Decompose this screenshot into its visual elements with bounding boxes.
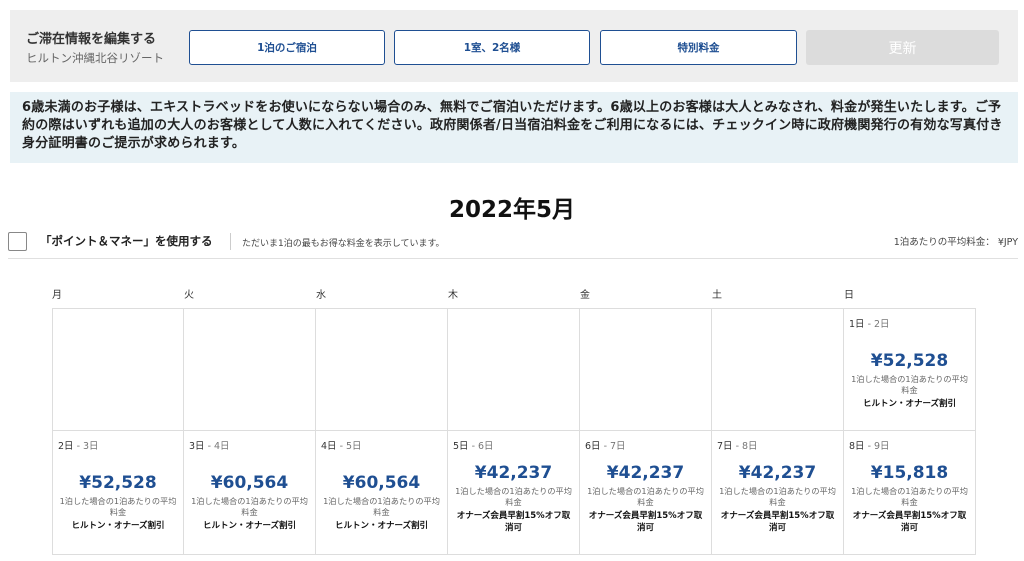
date-range: 3日 - 4日 <box>189 438 230 452</box>
average-price-note: 1泊した場合の1泊あたりの平均料金 <box>851 374 968 395</box>
check-out-date: 7日 <box>610 441 626 452</box>
points-money-label[interactable]: 「ポイント＆マネー」を使用する <box>40 233 213 249</box>
nightly-price: ¥42,237 <box>474 463 553 483</box>
check-out-date: 6日 <box>478 441 494 452</box>
check-in-date: 3日 <box>189 441 205 452</box>
calendar-empty-cell <box>184 308 316 431</box>
calendar-day-cell[interactable]: 3日 - 4日 ¥60,564 1泊した場合の1泊あたりの平均料金ヒルトン・オナーズ… <box>184 431 316 555</box>
update-button[interactable]: 更新 <box>806 30 999 65</box>
check-in-date: 1日 <box>849 319 865 330</box>
calendar-empty-cell <box>712 308 844 431</box>
edit-stay-bar: ご滞在情報を編集する ヒルトン沖縄北谷リゾート 1泊のご宿泊 1室、2名様 特別… <box>10 10 1018 82</box>
check-in-date: 2日 <box>58 441 74 452</box>
date-range: 7日 - 8日 <box>717 438 758 452</box>
date-range: 8日 - 9日 <box>849 438 890 452</box>
calendar-empty-cell <box>580 308 712 431</box>
date-separator: - <box>732 441 743 452</box>
check-in-date: 7日 <box>717 441 733 452</box>
lowest-rate-note: ただいま1泊の最もお得な料金を表示しています。 <box>242 239 445 249</box>
calendar-empty-cell <box>52 308 184 431</box>
weekday-label: 土 <box>712 290 722 301</box>
rate-name: ヒルトン・オナーズ割引 <box>334 521 429 531</box>
date-range: 4日 - 5日 <box>321 438 362 452</box>
check-out-date: 3日 <box>83 441 99 452</box>
guests-button[interactable]: 1室、2名様 <box>394 30 590 65</box>
calendar-day-cell[interactable]: 4日 - 5日 ¥60,564 1泊した場合の1泊あたりの平均料金ヒルトン・オナーズ… <box>316 431 448 555</box>
calendar-day-cell[interactable]: 8日 - 9日 ¥15,818 1泊した場合の1泊あたりの平均料金 オナーズ会員早割1… <box>844 431 976 555</box>
check-out-date: 2日 <box>874 319 890 330</box>
calendar-empty-cell <box>316 308 448 431</box>
calendar-day-cell[interactable]: 5日 - 6日 ¥42,237 1泊した場合の1泊あたりの平均料金 オナーズ会員早割1… <box>448 431 580 555</box>
check-in-date: 6日 <box>585 441 601 452</box>
check-in-date: 8日 <box>849 441 865 452</box>
rate-name: ヒルトン・オナーズ割引 <box>71 521 165 531</box>
weekday-label: 日 <box>844 290 854 301</box>
check-in-date: 5日 <box>453 441 469 452</box>
weekday-label: 火 <box>184 290 194 301</box>
points-money-row: 「ポイント＆マネー」を使用する ただいま1泊の最もお得な料金を表示しています。 … <box>8 230 1018 259</box>
date-range: 5日 - 6日 <box>453 438 494 452</box>
check-out-date: 9日 <box>874 441 890 452</box>
date-separator: - <box>468 441 479 452</box>
child-policy-notice: 6歳未満のお子様は、エキストラベッドをお使いにならない場合のみ、無料でご宿泊いた… <box>10 92 1018 163</box>
rate-name: ヒルトン・オナーズ割引 <box>862 399 957 409</box>
nightly-price: ¥60,564 <box>210 473 289 493</box>
calendar-empty-cell <box>448 308 580 431</box>
rate-name: オナーズ会員早割15%オフ取消可 <box>456 511 571 533</box>
rate-name: オナーズ会員早割15%オフ取消可 <box>852 511 967 533</box>
rate-name: オナーズ会員早割15%オフ取消可 <box>588 511 703 533</box>
nightly-price: ¥52,528 <box>870 351 949 371</box>
nightly-price: ¥42,237 <box>738 463 817 483</box>
hotel-name: ヒルトン沖縄北谷リゾート <box>26 51 164 65</box>
check-out-date: 8日 <box>742 441 758 452</box>
rate-name: ヒルトン・オナーズ割引 <box>202 521 297 531</box>
check-in-date: 4日 <box>321 441 337 452</box>
calendar-day-cell[interactable]: 1日 - 2日 ¥52,528 1泊した場合の1泊あたりの平均料金ヒルトン・オナーズ… <box>844 308 976 431</box>
date-separator: - <box>600 441 611 452</box>
date-range: 2日 - 3日 <box>58 438 99 452</box>
nightly-price: ¥15,818 <box>870 463 949 483</box>
date-separator: - <box>864 441 875 452</box>
points-money-checkbox[interactable] <box>8 232 27 251</box>
date-range: 1日 - 2日 <box>849 316 890 330</box>
calendar-day-cell[interactable]: 6日 - 7日 ¥42,237 1泊した場合の1泊あたりの平均料金 オナーズ会員早割1… <box>580 431 712 555</box>
date-separator: - <box>336 441 347 452</box>
calendar-day-cell[interactable]: 2日 - 3日 ¥52,528 1泊した場合の1泊あたりの平均料金ヒルトン・オナーズ… <box>52 431 184 555</box>
average-price-note: 1泊した場合の1泊あたりの平均料金 <box>851 486 968 507</box>
average-price-note: 1泊した場合の1泊あたりの平均料金 <box>191 496 308 517</box>
average-price-note: 1泊した場合の1泊あたりの平均料金 <box>323 496 440 517</box>
calendar-day-cell[interactable]: 7日 - 8日 ¥42,237 1泊した場合の1泊あたりの平均料金 オナーズ会員早割1… <box>712 431 844 555</box>
date-separator: - <box>204 441 215 452</box>
weekday-label: 木 <box>448 290 458 301</box>
edit-stay-title: ご滞在情報を編集する <box>26 32 157 47</box>
average-rate-note: 1泊あたりの平均料金： ¥JPY <box>893 237 1018 248</box>
average-price-note: 1泊した場合の1泊あたりの平均料金 <box>59 496 177 517</box>
month-title: 2022年5月 <box>448 197 576 223</box>
nightly-price: ¥42,237 <box>606 463 685 483</box>
check-out-date: 4日 <box>214 441 230 452</box>
nights-button[interactable]: 1泊のご宿泊 <box>189 30 385 65</box>
check-out-date: 5日 <box>346 441 362 452</box>
special-rate-button[interactable]: 特別料金 <box>600 30 797 65</box>
average-price-note: 1泊した場合の1泊あたりの平均料金 <box>455 486 572 507</box>
average-price-note: 1泊した場合の1泊あたりの平均料金 <box>587 486 704 507</box>
date-separator: - <box>864 319 875 330</box>
date-range: 6日 - 7日 <box>585 438 626 452</box>
weekday-label: 月 <box>52 290 62 301</box>
weekday-label: 水 <box>316 290 326 301</box>
date-separator: - <box>73 441 84 452</box>
notice-text: 6歳未満のお子様は、エキストラベッドをお使いにならない場合のみ、無料でご宿泊いた… <box>22 100 1003 151</box>
average-price-note: 1泊した場合の1泊あたりの平均料金 <box>719 486 836 507</box>
divider <box>230 233 231 250</box>
weekday-label: 金 <box>580 290 590 301</box>
nightly-price: ¥52,528 <box>79 473 157 493</box>
nightly-price: ¥60,564 <box>342 473 421 493</box>
rate-name: オナーズ会員早割15%オフ取消可 <box>720 511 835 533</box>
